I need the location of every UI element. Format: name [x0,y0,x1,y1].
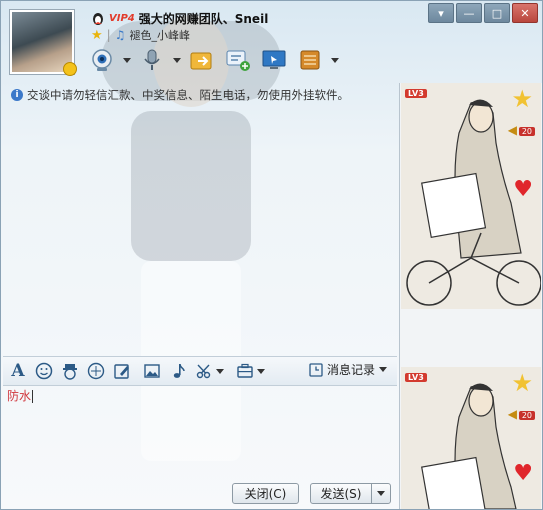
screen-capture-dropdown[interactable] [216,368,224,374]
app-box-button[interactable] [295,45,325,75]
chevron-down-icon [377,491,385,496]
screen-capture-button[interactable] [193,360,215,382]
pencil-icon [114,364,129,379]
close-button[interactable]: 关闭(C) [232,483,299,504]
chat-add-icon [226,50,250,71]
minimize-button[interactable]: — [456,3,482,23]
music-icon [173,363,185,378]
app-box-dropdown[interactable] [331,57,339,63]
music-button[interactable] [167,360,189,382]
star-icon: ★ [91,27,103,43]
send-button[interactable]: 发送(S) [310,483,372,504]
maximize-button[interactable]: □ [484,3,510,23]
safety-notice-text: 交谈中请勿轻信汇款、中奖信息、陌生电话，勿使用外挂软件。 [27,88,349,102]
emoji-button[interactable] [33,360,55,382]
message-history-button[interactable]: 消息记录 [309,361,387,378]
window-controls: ▾ — □ ✕ [428,3,538,23]
level-badge: LV3 [405,89,427,98]
doodle-button[interactable] [111,360,133,382]
toolbox-dropdown[interactable] [257,368,265,374]
vip-emoji-button[interactable] [59,360,81,382]
message-input[interactable]: 防水 [3,385,397,477]
count-badge: 20 [518,127,535,136]
contact-name-row: VIP4 强大的网赚团队、Sneil [91,9,268,27]
smiley-icon [35,362,53,380]
contact-show-card[interactable]: LV3 ★ ◀ 20 ♥ [401,83,541,309]
folder-arrow-icon [190,52,212,70]
microphone-icon [144,49,160,70]
show-panel: LV3 ★ ◀ 20 ♥ LV3 ★ ◀ 20 ♥ [399,83,542,509]
send-options-dropdown[interactable] [371,483,391,504]
contact-name[interactable]: 强大的网赚团队、Sneil [139,10,269,27]
message-input-text: 防水 [7,389,32,403]
video-call-button[interactable] [87,45,117,75]
separator: | [106,28,111,42]
chat-history[interactable]: i 交谈中请勿轻信汇款、中奖信息、陌生电话，勿使用外挂软件。 [3,83,397,355]
count-badge: 20 [518,411,535,420]
picture-icon [144,364,160,378]
level-badge: LV3 [405,373,427,382]
scissors-icon [196,364,211,379]
voice-call-button[interactable] [137,45,167,75]
create-discussion-button[interactable] [223,45,253,75]
font-button[interactable]: A [7,360,29,382]
monitor-icon [262,50,286,69]
star-icon: ★ [511,369,533,397]
voice-call-dropdown[interactable] [173,57,181,63]
star-icon: ★ [511,85,533,113]
send-file-button[interactable] [187,45,217,75]
contact-signature: 褪色_小峰峰 [129,29,190,42]
qq-penguin-icon [93,13,103,25]
webcam-icon [92,49,112,71]
chat-window: VIP4 强大的网赚团队、Sneil ★ | ♫ 褪色_小峰峰 ▾ — □ ✕ … [0,0,543,510]
window-menu-button[interactable]: ▾ [428,3,454,23]
magic-emoji-button[interactable] [85,360,107,382]
contact-toolbar [87,45,339,75]
heart-icon[interactable]: ♥ [513,461,533,486]
video-call-dropdown[interactable] [123,57,131,63]
remote-assistance-button[interactable] [259,45,289,75]
magic-face-icon [87,362,105,380]
speaker-icon: ◀ [507,123,517,137]
format-toolbar: A 消息记录 [3,356,397,386]
info-icon: i [11,89,23,101]
briefcase-icon [237,363,253,378]
message-history-label: 消息记录 [326,363,375,377]
music-note-icon: ♫ [114,28,126,42]
screenshot-image-button[interactable] [141,360,163,382]
signature-row: ★ | ♫ 褪色_小峰峰 [91,27,190,43]
app-box-icon [300,50,320,70]
my-show-card[interactable]: LV3 ★ ◀ 20 ♥ [401,367,541,509]
online-status-icon [63,62,77,76]
hat-face-icon [63,364,77,380]
vip-badge: VIP4 [109,12,135,24]
clock-icon [309,362,323,377]
close-window-button[interactable]: ✕ [512,3,538,23]
font-icon: A [11,361,25,381]
heart-icon[interactable]: ♥ [513,177,533,202]
message-history-dropdown[interactable] [379,367,387,372]
speaker-icon: ◀ [507,407,517,421]
safety-notice: i 交谈中请勿轻信汇款、中奖信息、陌生电话，勿使用外挂软件。 [11,87,349,103]
text-cursor [32,390,34,403]
toolbox-button[interactable] [234,360,256,382]
